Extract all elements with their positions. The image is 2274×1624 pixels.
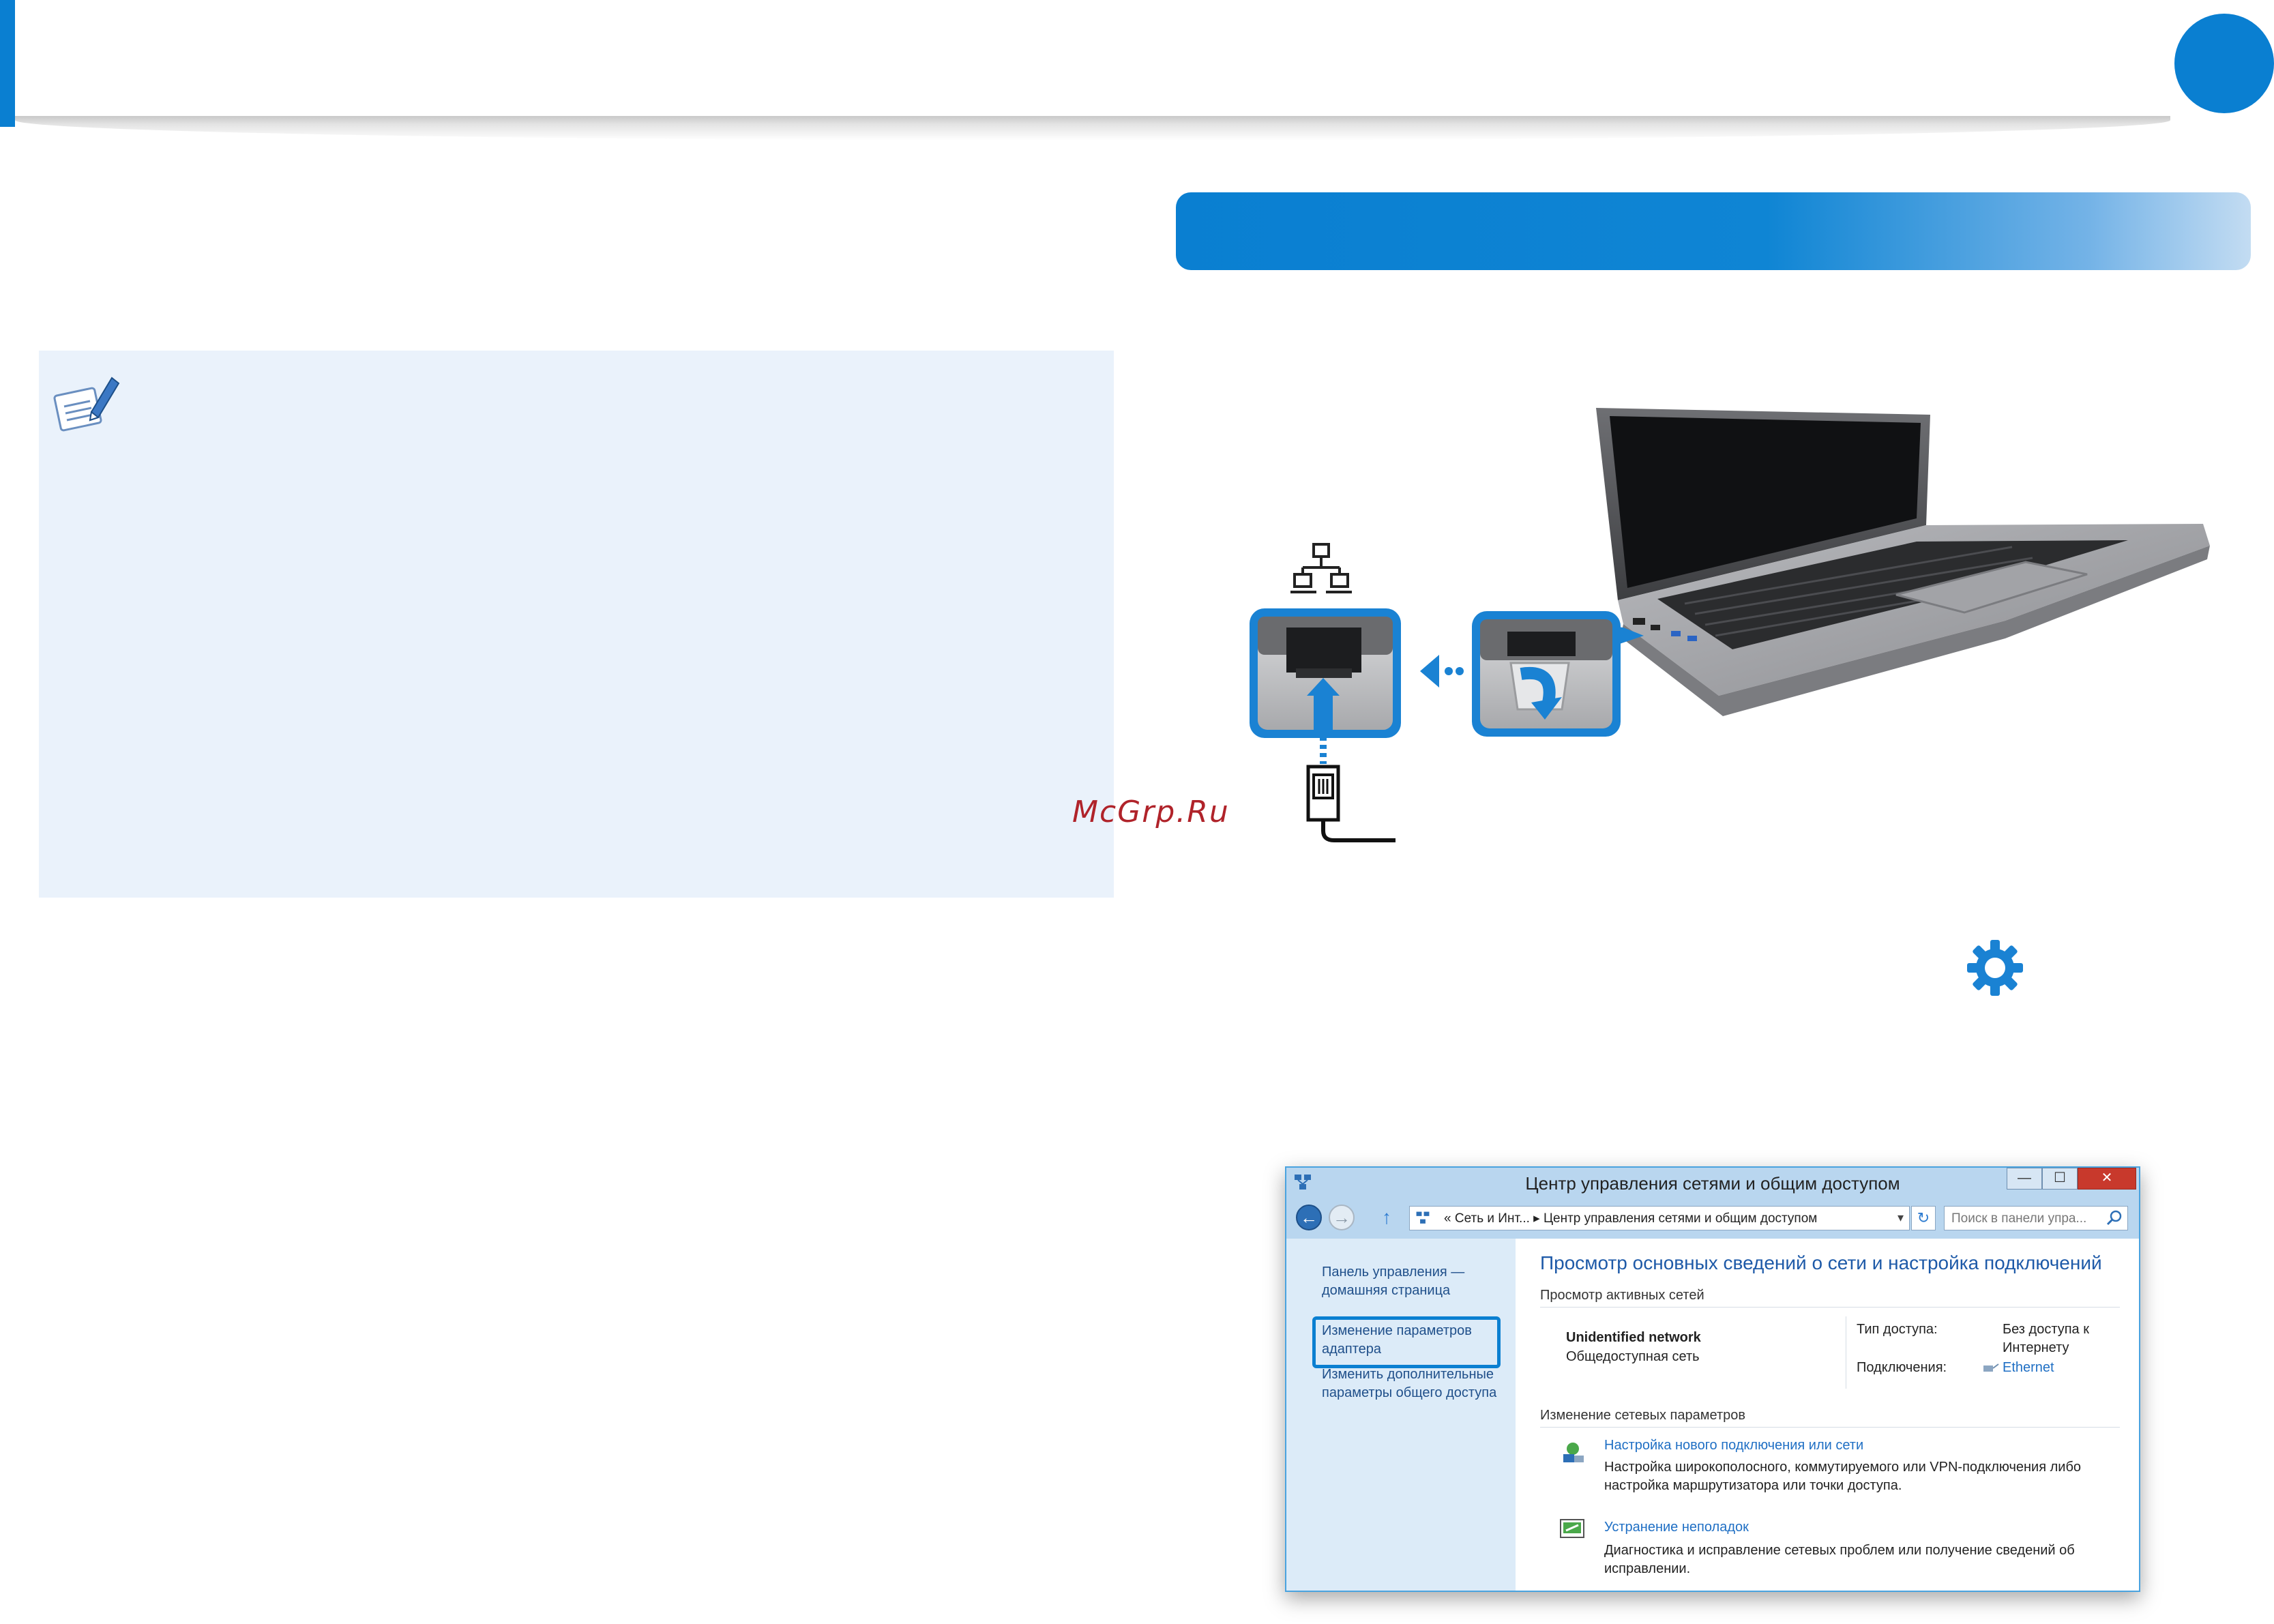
gear-icon (1967, 940, 2023, 996)
active-networks-heading: Просмотр активных сетей (1540, 1288, 1704, 1303)
setup-description-1: Настройка широкополосного, коммутируемог… (1604, 1460, 2082, 1475)
access-type-label: Тип доступа: (1857, 1322, 1938, 1337)
troubleshoot-link[interactable]: Устранение неполадок (1604, 1520, 1749, 1535)
access-type-value-1: Без доступа к (2003, 1322, 2089, 1337)
note-pencil-icon (53, 377, 120, 432)
watermark-text: McGrp.Ru (1072, 795, 1230, 829)
main-heading: Просмотр основных сведений о сети и наст… (1540, 1252, 2102, 1273)
link-line: Панель управления — (1322, 1265, 1465, 1280)
section-header-bar (1176, 192, 2251, 270)
page-marker-circle (2174, 14, 2274, 113)
search-placeholder: Поиск в панели упра... (1951, 1211, 2087, 1226)
troubleshoot-description-1: Диагностика и исправление сетевых пробле… (1604, 1543, 2075, 1558)
section-divider (1540, 1427, 2120, 1428)
control-panel-home-link[interactable]: Панель управления — домашняя страница (1322, 1263, 1506, 1300)
new-connection-icon (1563, 1443, 1584, 1462)
network-center-window: Центр управления сетями и общим доступом… (1285, 1166, 2140, 1592)
up-arrow-icon[interactable]: ↑ (1382, 1207, 1402, 1228)
troubleshoot-icon (1560, 1519, 1584, 1538)
breadcrumb-arrow: ▸ (1533, 1211, 1540, 1226)
advanced-sharing-settings-link[interactable]: Изменить дополнительные параметры общего… (1322, 1365, 1506, 1402)
setup-description-2: настройка маршрутизатора или точки досту… (1604, 1478, 1902, 1493)
close-button[interactable]: ✕ (2078, 1168, 2136, 1190)
minimize-button[interactable]: — (2007, 1168, 2042, 1190)
lan-cable (1306, 737, 1396, 842)
lan-port-closeup (1250, 608, 1401, 738)
search-icon[interactable] (2106, 1209, 2123, 1227)
ethernet-icon (1983, 1363, 1999, 1372)
lan-cover-closeup (1472, 611, 1621, 737)
forward-button[interactable]: → (1329, 1205, 1355, 1230)
troubleshoot-description-2: исправлении. (1604, 1561, 1691, 1576)
breadcrumb-item-current[interactable]: Центр управления сетями и общим доступом (1544, 1211, 1817, 1226)
connections-label: Подключения: (1857, 1360, 1947, 1375)
refresh-button[interactable]: ↻ (1911, 1206, 1936, 1230)
change-settings-heading: Изменение сетевых параметров (1540, 1408, 1745, 1423)
breadcrumb: « Сеть и Инт... ▸ Центр управления сетям… (1444, 1211, 1817, 1226)
breadcrumb-item-network[interactable]: Сеть и Инт... (1455, 1211, 1530, 1226)
laptop-lan-illustration (1250, 408, 2210, 842)
network-name: Unidentified network (1566, 1330, 1701, 1345)
dotted-arrow-left-icon (1420, 655, 1464, 688)
back-button[interactable]: ← (1296, 1205, 1322, 1230)
network-breadcrumb-icon (1416, 1211, 1430, 1224)
maximize-button[interactable]: ☐ (2042, 1168, 2078, 1190)
network-icon (1290, 543, 1352, 593)
laptop-image (1596, 408, 2210, 716)
link-line: Изменить дополнительные (1322, 1367, 1494, 1382)
search-input[interactable]: Поиск в панели упра... (1944, 1206, 2128, 1230)
left-navigation-pane: Панель управления — домашняя страница Из… (1286, 1239, 1516, 1591)
adapter-link-highlight (1312, 1316, 1501, 1368)
link-line: параметры общего доступа (1322, 1385, 1497, 1400)
header-divider (15, 116, 2170, 141)
section-divider (1540, 1307, 2120, 1308)
note-panel (39, 351, 1114, 898)
ethernet-link[interactable]: Ethernet (2003, 1360, 2054, 1376)
setup-connection-link[interactable]: Настройка нового подключения или сети (1604, 1438, 1863, 1453)
address-bar[interactable]: « Сеть и Инт... ▸ Центр управления сетям… (1409, 1206, 1910, 1230)
link-line: домашняя страница (1322, 1283, 1451, 1298)
chevron-down-icon[interactable]: ▾ (1898, 1211, 1904, 1225)
breadcrumb-separator: « (1444, 1211, 1451, 1226)
window-titlebar: Центр управления сетями и общим доступом… (1286, 1168, 2139, 1198)
network-type: Общедоступная сеть (1566, 1349, 1700, 1364)
header-accent-bar (0, 0, 15, 127)
address-toolbar: ← → ↑ « Сеть и Инт... ▸ Центр управления… (1286, 1198, 2139, 1239)
access-type-value-2: Интернету (2003, 1340, 2069, 1355)
